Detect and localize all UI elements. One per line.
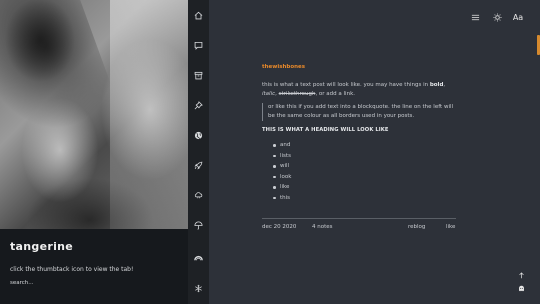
bold-text: bold (429, 82, 444, 88)
font-size-label: Aa (512, 12, 524, 22)
font-size-button[interactable]: Aa (510, 10, 526, 24)
home-icon[interactable] (188, 7, 209, 23)
rocket-icon[interactable] (188, 157, 209, 173)
blog-title: tangerine (10, 240, 74, 253)
italic-text: italic (262, 91, 276, 97)
list-item: look (262, 172, 456, 183)
post-body: this is what a text post will look like.… (262, 81, 456, 99)
strikethrough-text: strikethrough (278, 91, 316, 97)
blockquote: or like this if you add text into a bloc… (262, 103, 456, 121)
post-list: and lists will look like this (262, 140, 456, 203)
blog-info: tangerine click the thumbtack icon to vi… (0, 229, 188, 304)
search-link[interactable]: search... (10, 280, 178, 286)
like-button[interactable]: like (446, 224, 455, 230)
umbrella-icon[interactable] (188, 217, 209, 233)
vertical-nav (188, 0, 209, 304)
post-link[interactable]: link (344, 91, 354, 97)
list-item: lists (262, 151, 456, 162)
list-item: will (262, 161, 456, 172)
post-text: , or add a (315, 91, 344, 97)
list-item: like (262, 182, 456, 193)
sidebar-photo (0, 0, 188, 229)
post-text: , (443, 82, 446, 88)
archive-icon[interactable] (188, 67, 209, 83)
arrow-up-icon[interactable] (515, 270, 527, 280)
post-author[interactable]: thewishbones (262, 64, 456, 70)
post-text: . (353, 91, 356, 97)
reblog-button[interactable]: reblog (408, 224, 425, 230)
post-text: this is what a text post will look like.… (262, 82, 430, 88)
thumbtack-icon[interactable] (188, 97, 209, 113)
post-heading: THIS IS WHAT A HEADING WILL LOOK LIKE (262, 127, 389, 133)
text-post: thewishbones this is what a text post wi… (262, 64, 456, 203)
globe-icon[interactable] (188, 127, 209, 143)
cloud-icon[interactable] (188, 187, 209, 203)
blog-description: click the thumbtack icon to view the tab… (10, 266, 134, 273)
message-icon[interactable] (188, 37, 209, 53)
post-date[interactable]: dec 20 2020 (262, 224, 296, 230)
list-item: and (262, 140, 456, 151)
post-footer: dec 20 2020 4 notes reblog like (262, 218, 456, 230)
snowflake-icon[interactable] (188, 280, 209, 296)
rainbow-icon[interactable] (188, 249, 209, 265)
ghost-icon[interactable] (515, 283, 527, 293)
menu-icon[interactable] (468, 10, 482, 24)
sun-icon[interactable] (490, 10, 504, 24)
list-item: this (262, 193, 456, 204)
post-notes[interactable]: 4 notes (312, 224, 333, 230)
